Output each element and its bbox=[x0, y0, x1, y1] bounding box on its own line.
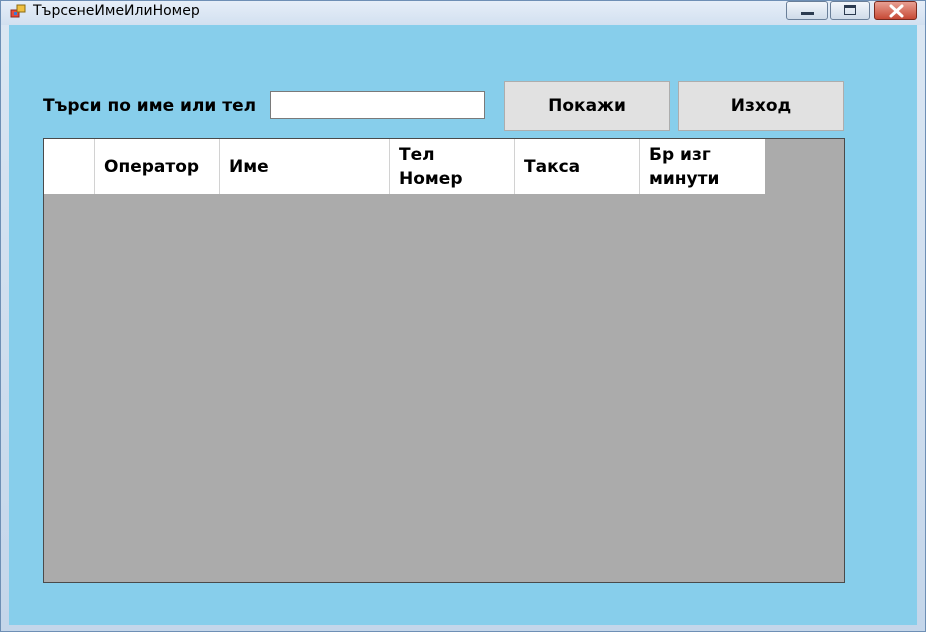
column-header-name[interactable]: Име bbox=[220, 139, 390, 194]
minimize-icon bbox=[801, 12, 814, 15]
close-icon bbox=[889, 4, 904, 18]
grid-header: Оператор Име Тел Номер Такса Бр изг мину… bbox=[44, 139, 765, 194]
search-input[interactable] bbox=[270, 91, 485, 119]
maximize-icon bbox=[844, 5, 856, 15]
minimize-button[interactable] bbox=[786, 1, 828, 20]
show-button[interactable]: Покажи bbox=[504, 81, 670, 131]
window-title: ТърсенеИмеИлиНомер bbox=[33, 3, 200, 19]
search-label: Търси по име или тел bbox=[43, 96, 257, 116]
column-header-phone[interactable]: Тел Номер bbox=[390, 139, 515, 194]
form-client-area: Търси по име или тел Покажи Изход Операт… bbox=[9, 25, 917, 625]
title-bar[interactable]: ТърсенеИмеИлиНомер bbox=[1, 1, 925, 25]
column-header-fee[interactable]: Такса bbox=[515, 139, 640, 194]
column-header-minutes[interactable]: Бр изг минути bbox=[640, 139, 765, 194]
close-button[interactable] bbox=[874, 1, 917, 20]
row-header-corner[interactable] bbox=[44, 139, 95, 194]
results-grid[interactable]: Оператор Име Тел Номер Такса Бр изг мину… bbox=[43, 138, 845, 583]
maximize-button[interactable] bbox=[830, 1, 870, 20]
column-header-operator[interactable]: Оператор bbox=[95, 139, 220, 194]
exit-button[interactable]: Изход bbox=[678, 81, 844, 131]
app-form-icon bbox=[10, 4, 26, 18]
app-window: ТърсенеИмеИлиНомер Търси по име или тел … bbox=[0, 0, 926, 632]
